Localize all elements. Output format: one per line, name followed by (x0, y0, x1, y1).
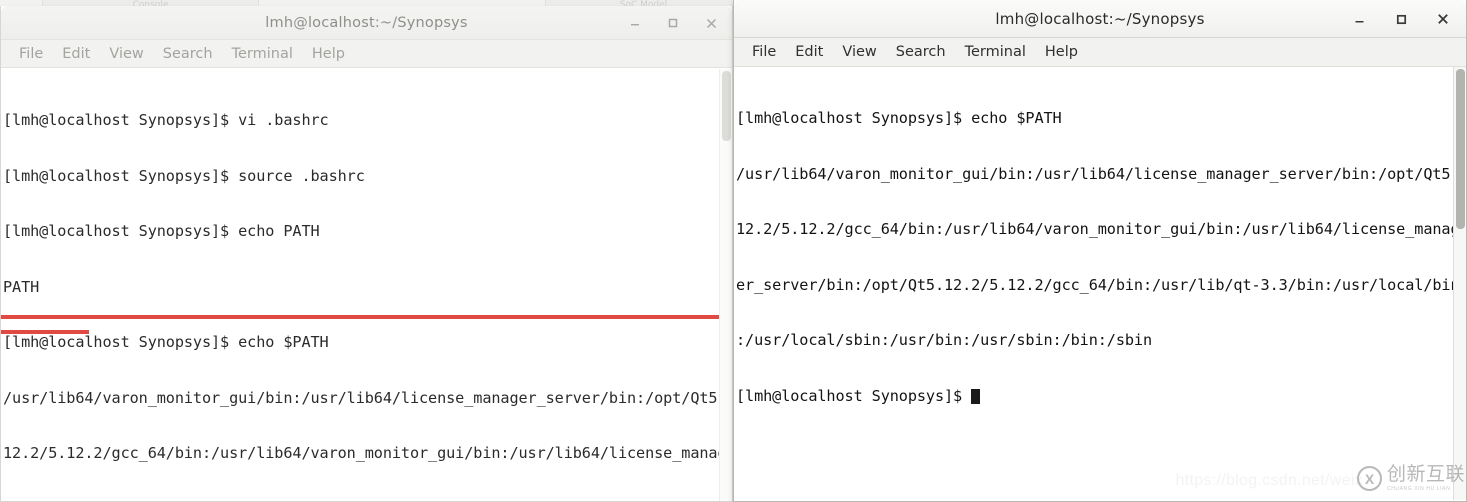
terminal-body-right[interactable]: [lmh@localhost Synopsys]$ echo $PATH /us… (734, 67, 1466, 500)
window-controls-left (622, 6, 724, 40)
scrollbar-thumb[interactable] (1456, 69, 1465, 229)
menu-item-search[interactable]: Search (154, 44, 222, 64)
menu-item-file[interactable]: File (10, 44, 52, 64)
terminal-scrollbar-right[interactable] (1453, 67, 1466, 500)
menubar-left: File Edit View Search Terminal Help (1, 40, 732, 68)
terminal-window-right[interactable]: lmh@localhost:~/Synopsys File Edit View (733, 0, 1467, 502)
window-title-left: lmh@localhost:~/Synopsys (265, 14, 468, 31)
minimize-icon[interactable] (1346, 6, 1372, 32)
terminal-prompt: [lmh@localhost Synopsys]$ (736, 386, 972, 405)
terminal-line: [lmh@localhost Synopsys]$ echo $PATH (736, 109, 1062, 127)
terminal-prompt-line: [lmh@localhost Synopsys]$ (736, 387, 1466, 406)
titlebar-right[interactable]: lmh@localhost:~/Synopsys (734, 0, 1466, 38)
terminal-screen-left[interactable]: [lmh@localhost Synopsys]$ vi .bashrc [lm… (1, 69, 732, 501)
menu-item-terminal[interactable]: Terminal (223, 44, 302, 64)
menu-item-help[interactable]: Help (303, 44, 354, 64)
menu-item-file[interactable]: File (743, 42, 785, 62)
terminal-body-left[interactable]: [lmh@localhost Synopsys]$ vi .bashrc [lm… (1, 68, 732, 501)
menu-item-view[interactable]: View (833, 42, 885, 62)
terminal-line: :/usr/local/sbin:/usr/bin:/usr/sbin:/bin… (736, 331, 1153, 349)
titlebar-left[interactable]: lmh@localhost:~/Synopsys (1, 6, 732, 40)
terminal-line: /usr/lib64/varon_monitor_gui/bin:/usr/li… (736, 164, 1460, 183)
terminal-line: er_server/bin:/opt/Qt5.12.2/5.12.2/gcc_6… (3, 500, 732, 502)
menu-item-edit[interactable]: Edit (786, 42, 832, 62)
terminal-line: 12.2/5.12.2/gcc_64/bin:/usr/lib64/varon_… (3, 444, 727, 462)
window-controls-right (1346, 0, 1456, 38)
terminal-line: [lmh@localhost Synopsys]$ vi .bashrc (3, 111, 329, 129)
terminal-line: [lmh@localhost Synopsys]$ source .bashrc (3, 166, 365, 185)
menu-item-help[interactable]: Help (1036, 42, 1087, 62)
terminal-line: [lmh@localhost Synopsys]$ echo PATH (3, 222, 320, 240)
maximize-icon[interactable] (1388, 6, 1414, 32)
close-icon[interactable] (698, 10, 724, 36)
terminal-cursor (971, 388, 981, 404)
terminal-screen-right[interactable]: [lmh@localhost Synopsys]$ echo $PATH /us… (734, 67, 1466, 442)
terminal-line: /usr/lib64/varon_monitor_gui/bin:/usr/li… (3, 388, 727, 407)
terminal-window-left[interactable]: lmh@localhost:~/Synopsys File Edit View (0, 6, 733, 502)
terminal-line: er_server/bin:/opt/Qt5.12.2/5.12.2/gcc_6… (736, 275, 1460, 294)
scrollbar-thumb[interactable] (722, 71, 731, 141)
close-icon[interactable] (1430, 6, 1456, 32)
menubar-right: File Edit View Search Terminal Help (734, 38, 1466, 67)
terminal-scrollbar-left[interactable] (719, 69, 732, 501)
terminal-line: 12.2/5.12.2/gcc_64/bin:/usr/lib64/varon_… (736, 220, 1460, 238)
terminal-line: [lmh@localhost Synopsys]$ echo $PATH (3, 333, 329, 351)
window-title-right: lmh@localhost:~/Synopsys (995, 9, 1205, 28)
menu-item-view[interactable]: View (100, 44, 152, 64)
maximize-icon[interactable] (660, 10, 686, 36)
minimize-icon[interactable] (622, 10, 648, 36)
terminal-line: PATH (3, 277, 40, 296)
menu-item-edit[interactable]: Edit (53, 44, 99, 64)
menu-item-search[interactable]: Search (887, 42, 955, 62)
menu-item-terminal[interactable]: Terminal (956, 42, 1035, 62)
